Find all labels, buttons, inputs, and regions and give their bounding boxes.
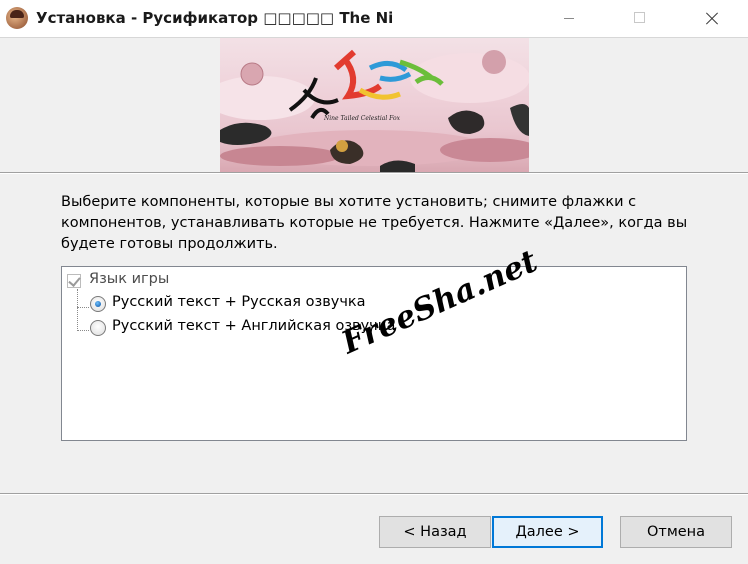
next-button[interactable]: Далее > (492, 516, 603, 548)
title-bar[interactable]: Установка - Русификатор □□□□□ The Ni (0, 0, 748, 38)
app-icon (6, 7, 28, 29)
installer-window: Установка - Русификатор □□□□□ The Ni Nin… (0, 0, 748, 564)
banner-image: Nine Tailed Celestial Fox (220, 38, 529, 172)
option-label: Русский текст + Английская озвучка (112, 318, 396, 334)
group-checkbox[interactable] (67, 274, 81, 288)
maximize-button[interactable] (616, 0, 662, 37)
footer-separator-highlight (0, 494, 748, 495)
instructions-text: Выберите компоненты, которые вы хотите у… (61, 194, 688, 252)
wizard-banner: Nine Tailed Celestial Fox (0, 38, 748, 173)
radio-button[interactable] (90, 320, 106, 336)
components-list[interactable]: Язык игры Русский текст + Русская озвучк… (61, 266, 687, 441)
minimize-button[interactable] (546, 0, 592, 37)
back-button[interactable]: < Назад (379, 516, 491, 548)
close-button[interactable] (688, 0, 734, 37)
banner-divider (0, 173, 748, 174)
check-icon (68, 274, 81, 287)
tree-branch (77, 307, 89, 308)
window-title: Установка - Русификатор □□□□□ The Ni (36, 9, 394, 27)
radio-button-selected[interactable] (90, 296, 106, 312)
group-label: Язык игры (89, 271, 170, 287)
cancel-button[interactable]: Отмена (620, 516, 732, 548)
banner-logo-subtitle: Nine Tailed Celestial Fox (323, 115, 401, 122)
option-label: Русский текст + Русская озвучка (112, 294, 366, 310)
banner-artwork: Nine Tailed Celestial Fox (220, 49, 529, 172)
radio-dot-icon (95, 301, 101, 307)
tree-line (77, 289, 78, 331)
tree-branch (77, 330, 89, 331)
